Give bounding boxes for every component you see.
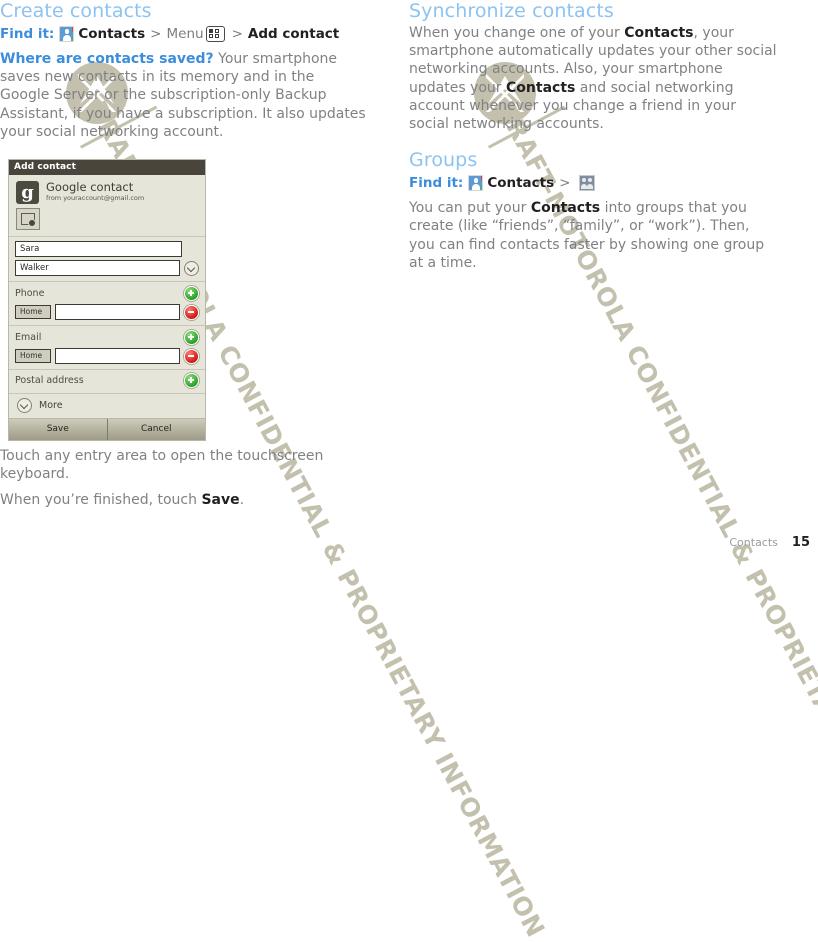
contacts-app-icon [59, 26, 75, 42]
phone-screenshot-add-contact: Add contact g Google contact from yourac… [8, 159, 206, 441]
phone-titlebar: Add contact [9, 160, 205, 175]
left-column: Create contacts Find it: Contacts > Menu… [0, 0, 368, 149]
minus-circle-icon[interactable] [184, 304, 199, 320]
where-saved-lead: Where are contacts saved? [0, 51, 214, 67]
phone-email-section: Email Home [9, 325, 205, 369]
section-title-synchronize-contacts: Synchronize contacts [409, 0, 614, 22]
page-footer: Contacts 15 [729, 535, 810, 550]
add-photo-icon[interactable] [16, 208, 40, 230]
more-label: More [39, 400, 63, 411]
account-name: Google contact [46, 180, 134, 194]
cancel-button[interactable]: Cancel [106, 419, 205, 440]
account-email: from youraccount@gmail.com [46, 194, 145, 202]
find-it-separator: > [559, 175, 571, 192]
chevron-down-circle-icon[interactable] [184, 260, 199, 276]
find-it-separator: > [150, 26, 162, 42]
contacts-app-icon [468, 175, 484, 192]
email-entry-row: Home [15, 348, 199, 364]
email-section-label: Email [15, 332, 42, 343]
sync-bold-2: Contacts [506, 79, 576, 96]
find-it-separator: > [231, 26, 243, 42]
find-it-groups: Find it: Contacts > [409, 173, 777, 193]
page-title-create-contacts: Create contacts [0, 0, 152, 22]
phone-account-row[interactable]: g Google contact from youraccount@gmail.… [9, 175, 205, 208]
finished-save-paragraph: When you’re finished, touch Save. [0, 491, 368, 509]
chevron-down-circle-icon [17, 398, 32, 413]
touch-entry-paragraph: Touch any entry area to open the touchsc… [0, 448, 324, 483]
footer-page-number: 15 [791, 535, 810, 550]
where-saved-paragraph: Where are contacts saved? Your smartphon… [0, 50, 368, 141]
find-it-label: Find it: [409, 175, 464, 192]
last-name-row: Walker [15, 260, 199, 276]
finished-save-bold: Save [201, 492, 240, 509]
google-logo-icon: g [16, 181, 39, 204]
groups-bold-1: Contacts [530, 200, 601, 217]
synchronize-paragraph: When you change one of your Contacts, yo… [409, 24, 777, 133]
phone-entry-row: Home [15, 304, 199, 320]
minus-circle-icon[interactable] [184, 348, 199, 364]
footer-section-name: Contacts [729, 536, 778, 549]
plus-circle-icon[interactable] [184, 373, 199, 388]
phone-section-label: Phone [15, 288, 45, 299]
finished-save-text: When you’re finished, touch [0, 492, 202, 509]
groups-text-1: You can put your [409, 200, 531, 217]
email-type-button[interactable]: Home [15, 348, 51, 364]
phone-name-section: Sara Walker [9, 236, 205, 281]
right-column: Synchronize contacts When you change one… [409, 0, 777, 280]
sync-bold-1: Contacts [624, 25, 694, 41]
find-it-contacts-label: Contacts [78, 26, 146, 42]
find-it-add-contact-label: Add contact [247, 26, 340, 42]
find-it-create-contacts: Find it: Contacts > Menu > Add contact [0, 24, 368, 44]
phone-photo-row [9, 208, 205, 236]
plus-circle-icon[interactable] [184, 330, 199, 345]
first-name-row: Sara [15, 241, 199, 257]
find-it-menu-label: Menu [166, 26, 204, 42]
section-title-groups: Groups [409, 149, 478, 172]
email-address-input[interactable] [55, 348, 180, 364]
phone-number-input[interactable] [55, 304, 180, 320]
finished-save-tail: . [239, 492, 245, 509]
postal-section-header: Postal address [15, 373, 199, 388]
left-column-continued: Touch any entry area to open the touchsc… [0, 447, 368, 518]
phone-postal-section: Postal address [9, 369, 205, 393]
plus-circle-icon[interactable] [184, 286, 199, 301]
email-section-header: Email [15, 330, 199, 345]
first-name-input[interactable]: Sara [15, 241, 182, 257]
groups-paragraph: You can put your Contacts into groups th… [409, 199, 777, 272]
postal-section-label: Postal address [15, 375, 84, 386]
phone-more-row[interactable]: More [9, 393, 205, 418]
phone-section-header: Phone [15, 286, 199, 301]
phone-type-button[interactable]: Home [15, 304, 51, 320]
find-it-label: Find it: [0, 26, 55, 42]
phone-phone-section: Phone Home [9, 281, 205, 325]
save-button[interactable]: Save [9, 419, 107, 440]
sync-text-1: When you change one of your [409, 25, 625, 41]
find-it-contacts-label: Contacts [487, 175, 555, 192]
menu-grid-icon [205, 26, 225, 42]
last-name-input[interactable]: Walker [15, 260, 180, 276]
groups-people-icon [579, 175, 596, 192]
phone-button-bar: Save Cancel [9, 418, 205, 440]
